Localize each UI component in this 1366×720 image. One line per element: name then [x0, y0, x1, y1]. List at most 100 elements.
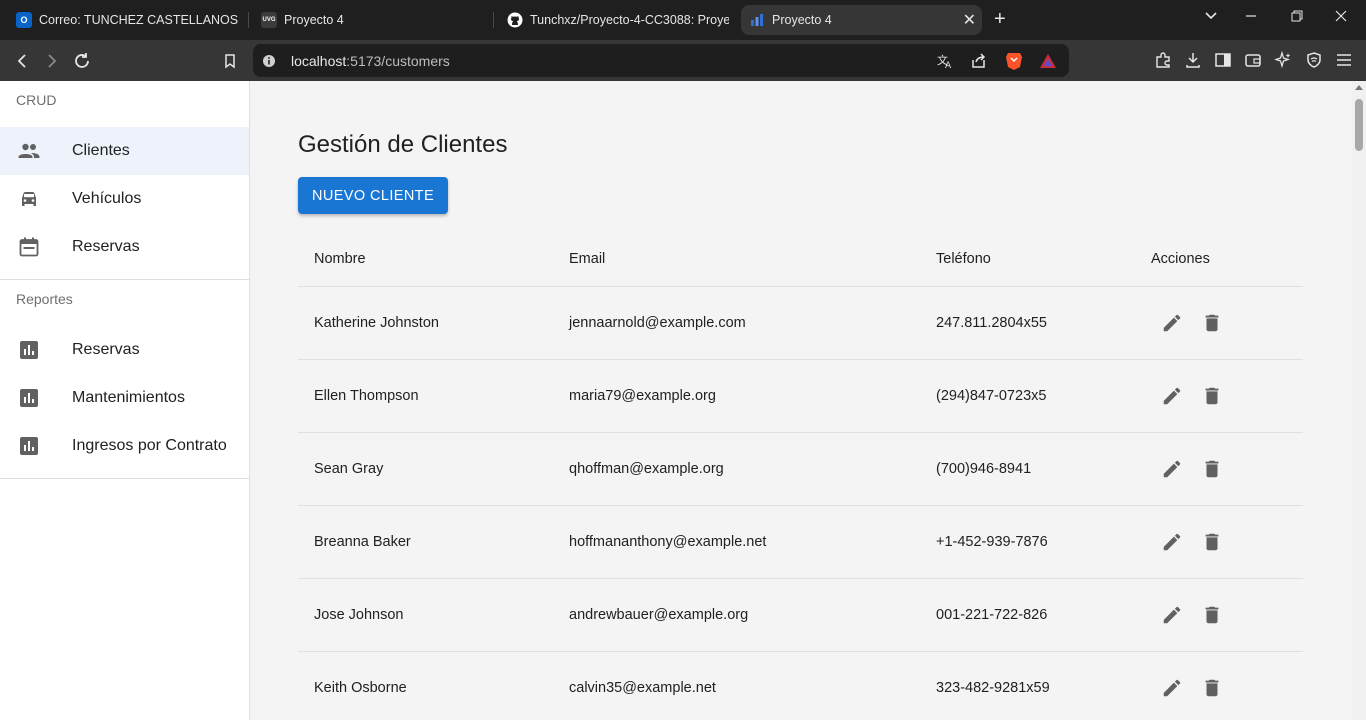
cell-email: andrewbauer@example.org — [569, 607, 749, 623]
sidebar-item-reporte-mantenimientos[interactable]: Mantenimientos — [0, 374, 249, 422]
sidebar-toggle-icon[interactable] — [1212, 49, 1234, 71]
table-row: Ellen Thompson maria79@example.org (294)… — [298, 360, 1303, 433]
table-row: Jose Johnson andrewbauer@example.org 001… — [298, 579, 1303, 652]
delete-icon[interactable] — [1200, 311, 1224, 335]
svg-text:A: A — [945, 61, 952, 70]
wallet-icon[interactable] — [1242, 49, 1264, 71]
delete-icon[interactable] — [1200, 530, 1224, 554]
sidebar-item-vehiculos[interactable]: Vehículos — [0, 175, 249, 223]
tab-title: Correo: TUNCHEZ CASTELLANOS, CR — [39, 13, 238, 27]
table-row: Katherine Johnston jennaarnold@example.c… — [298, 287, 1303, 360]
cell-phone: 323-482-9281x59 — [936, 680, 1050, 696]
tab-list-chevron-icon[interactable] — [1204, 8, 1218, 30]
edit-icon[interactable] — [1160, 457, 1184, 481]
cell-email: jennaarnold@example.com — [569, 315, 746, 331]
cell-phone: 001-221-722-826 — [936, 607, 1048, 623]
chart-favicon-icon — [749, 12, 765, 28]
cell-name: Jose Johnson — [314, 607, 404, 623]
delete-icon[interactable] — [1200, 457, 1224, 481]
outlook-icon: O — [16, 12, 32, 28]
sidebar-item-label: Reservas — [72, 238, 140, 255]
delete-icon[interactable] — [1200, 676, 1224, 700]
sidebar-item-label: Vehículos — [72, 190, 142, 207]
scrollbar-thumb[interactable] — [1355, 99, 1363, 151]
delete-icon[interactable] — [1200, 603, 1224, 627]
column-header-actions: Acciones — [1151, 251, 1210, 267]
cell-email: maria79@example.org — [569, 388, 716, 404]
cell-name: Breanna Baker — [314, 534, 411, 550]
translate-icon[interactable]: 文A — [935, 51, 955, 71]
new-customer-button[interactable]: NUEVO CLIENTE — [298, 177, 448, 214]
bar-chart-icon — [17, 434, 41, 458]
edit-icon[interactable] — [1160, 384, 1184, 408]
tab-title: Proyecto 4 — [284, 13, 344, 27]
forward-icon[interactable] — [40, 49, 64, 73]
tab-title: Proyecto 4 — [772, 13, 832, 27]
browser-tab-outlook[interactable]: O Correo: TUNCHEZ CASTELLANOS, CR — [16, 5, 238, 35]
cell-phone: +1-452-939-7876 — [936, 534, 1048, 550]
table-row: Breanna Baker hoffmananthony@example.net… — [298, 506, 1303, 579]
main-content: Gestión de Clientes NUEVO CLIENTE Nombre… — [250, 81, 1352, 720]
section-label-crud: CRUD — [16, 92, 57, 108]
share-icon[interactable] — [969, 51, 989, 71]
cell-name: Sean Gray — [314, 461, 384, 477]
sidebar-item-reservas[interactable]: Reservas — [0, 223, 249, 271]
sidebar-item-label: Clientes — [72, 142, 130, 159]
vpn-shield-icon[interactable] — [1303, 49, 1325, 71]
column-header-phone: Teléfono — [936, 251, 991, 267]
sidebar-item-reporte-reservas[interactable]: Reservas — [0, 326, 249, 374]
download-icon[interactable] — [1182, 49, 1204, 71]
close-tab-icon[interactable]: ✕ — [963, 10, 976, 30]
delete-icon[interactable] — [1200, 384, 1224, 408]
reload-icon[interactable] — [70, 49, 94, 73]
browser-tab-github[interactable]: Tunchxz/Proyecto-4-CC3088: Proyect — [507, 5, 729, 35]
sidebar-divider — [0, 478, 249, 479]
address-bar[interactable]: localhost:5173/customers 文A — [253, 44, 1069, 77]
sidebar-item-reporte-ingresos[interactable]: Ingresos por Contrato — [0, 422, 249, 470]
scroll-up-arrow-icon[interactable] — [1355, 85, 1363, 90]
close-window-icon[interactable] — [1334, 8, 1348, 30]
tab-separator — [493, 12, 494, 28]
new-tab-button[interactable]: + — [994, 8, 1006, 30]
browser-tab-uvg[interactable]: UVG Proyecto 4 — [261, 5, 481, 35]
edit-icon[interactable] — [1160, 676, 1184, 700]
column-header-email: Email — [569, 251, 606, 267]
site-info-icon[interactable] — [259, 51, 279, 71]
cell-name: Katherine Johnston — [314, 315, 439, 331]
edit-icon[interactable] — [1160, 603, 1184, 627]
sidebar-item-label: Mantenimientos — [72, 389, 185, 406]
page-title: Gestión de Clientes — [298, 131, 508, 158]
brave-rewards-icon[interactable] — [1038, 51, 1058, 71]
url-host: localhost — [291, 53, 347, 69]
cell-name: Ellen Thompson — [314, 388, 419, 404]
browser-tab-active[interactable]: Proyecto 4 ✕ — [741, 5, 982, 35]
table-row: Sean Gray qhoffman@example.org (700)946-… — [298, 433, 1303, 506]
car-icon — [17, 187, 41, 211]
menu-icon[interactable] — [1333, 49, 1355, 71]
sidebar-item-label: Reservas — [72, 341, 140, 358]
url-text: localhost:5173/customers — [291, 53, 450, 69]
table-row: Keith Osborne calvin35@example.net 323-4… — [298, 652, 1303, 720]
sidebar-item-clientes[interactable]: Clientes — [0, 127, 249, 175]
table-header: Nombre Email Teléfono Acciones — [298, 222, 1303, 287]
browser-tab-bar: O Correo: TUNCHEZ CASTELLANOS, CR UVG Pr… — [0, 0, 1366, 40]
cell-phone: (294)847-0723x5 — [936, 388, 1047, 404]
edit-icon[interactable] — [1160, 530, 1184, 554]
browser-toolbar: localhost:5173/customers 文A — [0, 40, 1366, 81]
brave-shields-icon[interactable] — [1004, 51, 1024, 71]
minimize-icon[interactable] — [1244, 8, 1258, 30]
sidebar: CRUD Clientes Vehículos Reservas Reporte… — [0, 81, 250, 720]
sidebar-divider — [0, 279, 249, 280]
customers-table: Nombre Email Teléfono Acciones Katherine… — [298, 222, 1303, 720]
bookmark-icon[interactable] — [218, 49, 242, 73]
cell-email: calvin35@example.net — [569, 680, 716, 696]
leo-ai-icon[interactable] — [1272, 49, 1294, 71]
edit-icon[interactable] — [1160, 311, 1184, 335]
page-scrollbar[interactable] — [1352, 81, 1366, 720]
back-icon[interactable] — [10, 49, 34, 73]
bar-chart-icon — [17, 386, 41, 410]
extensions-icon[interactable] — [1152, 49, 1174, 71]
cell-name: Keith Osborne — [314, 680, 407, 696]
bar-chart-icon — [17, 338, 41, 362]
restore-icon[interactable] — [1290, 8, 1304, 30]
